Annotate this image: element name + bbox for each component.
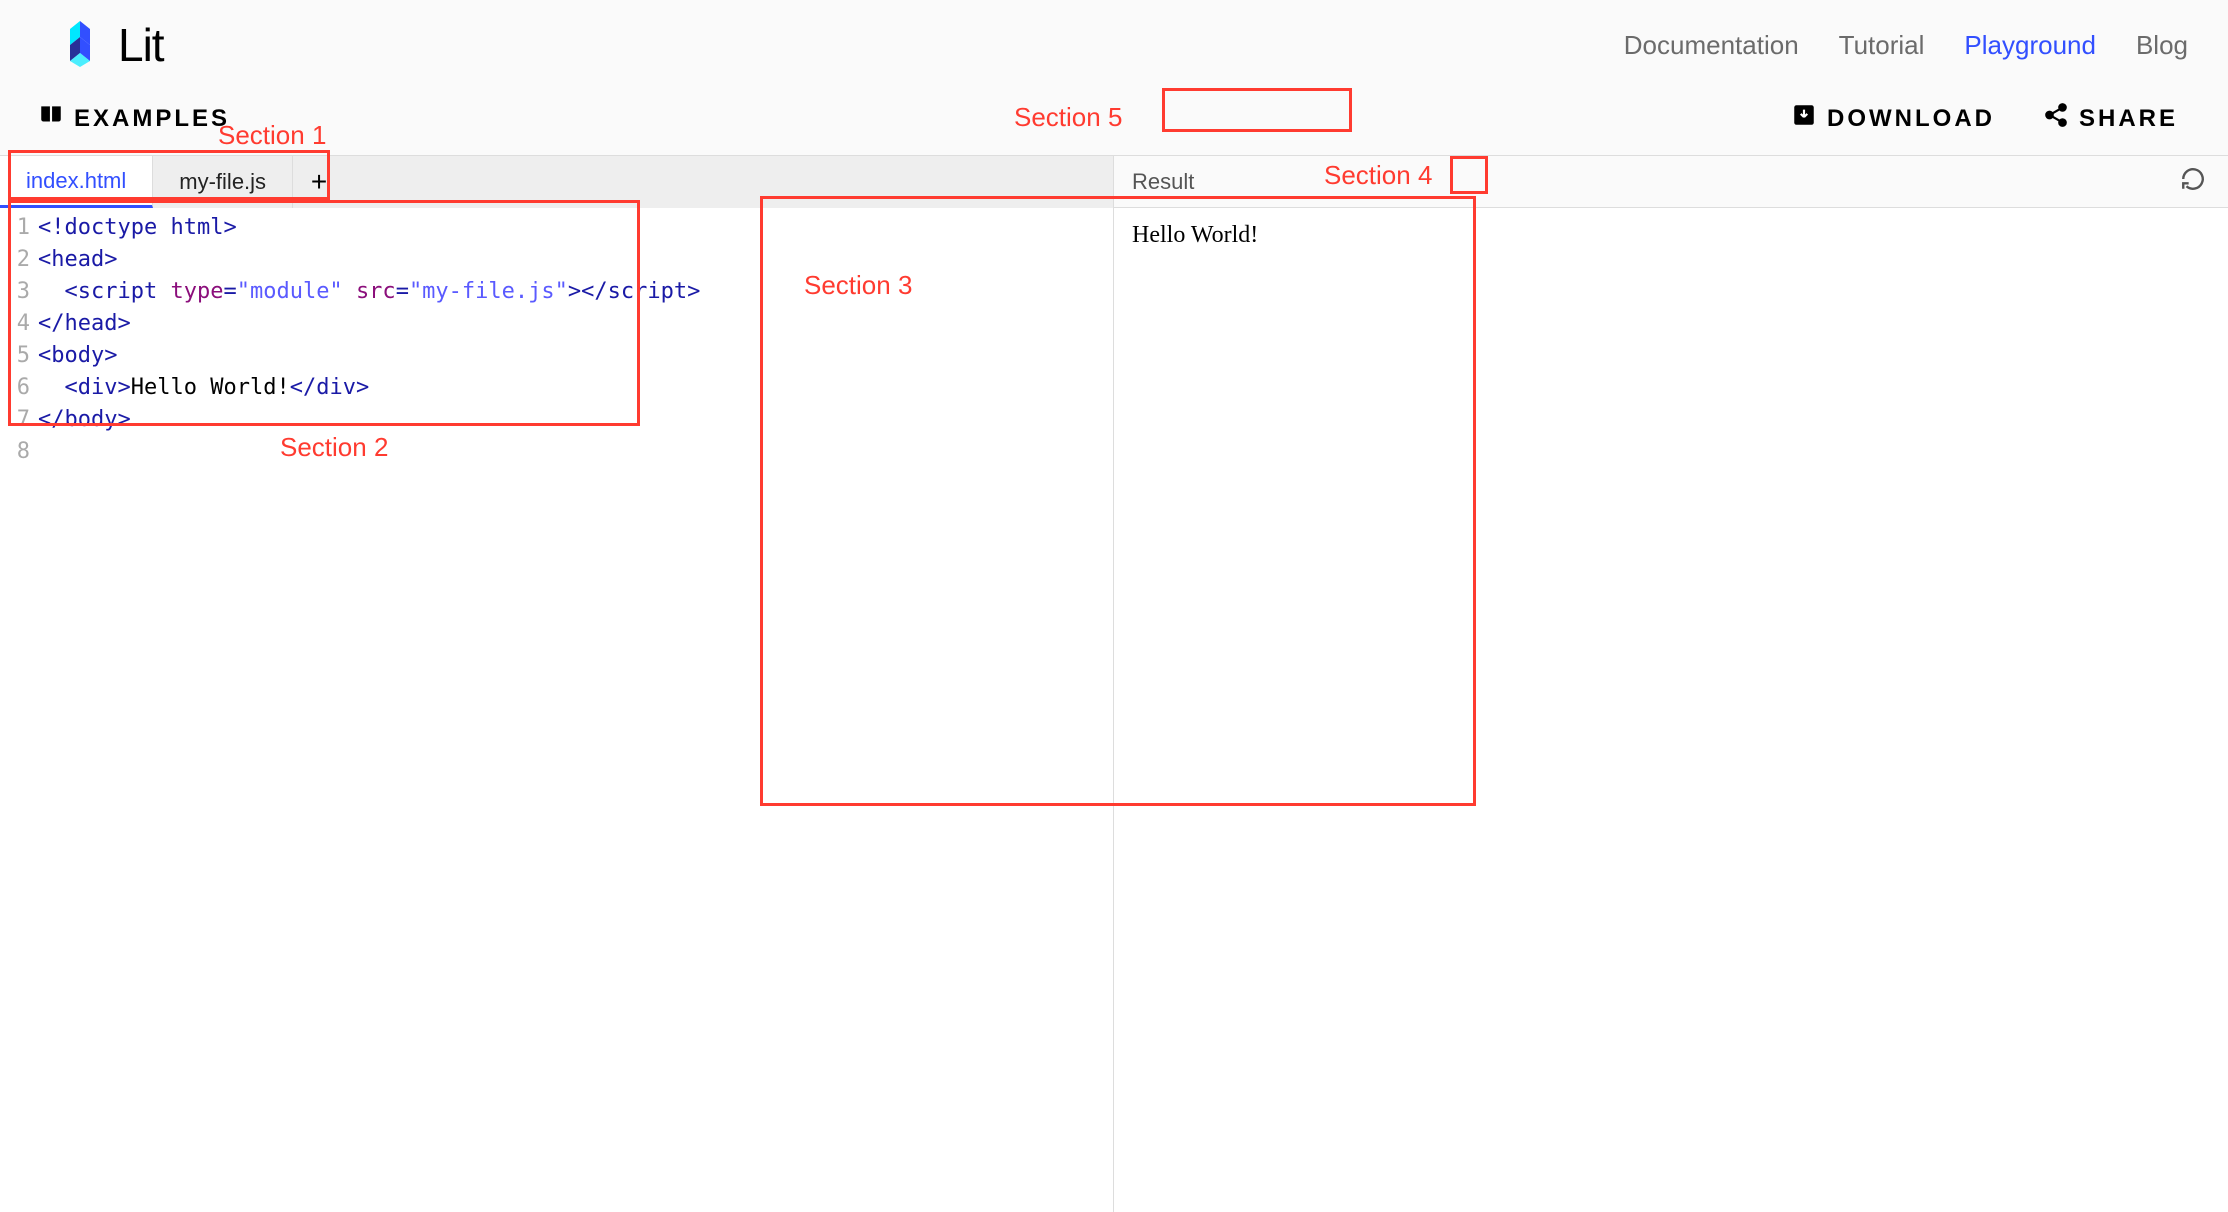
- line-number: 3: [0, 276, 30, 308]
- result-output: Hello World!: [1114, 208, 2228, 1212]
- share-icon: [2043, 102, 2069, 135]
- line-number: 7: [0, 404, 30, 436]
- share-button[interactable]: SHARE: [2033, 96, 2188, 141]
- share-label: SHARE: [2079, 105, 2178, 133]
- editor-pane: index.html my-file.js + 12345678 <!docty…: [0, 156, 1114, 1212]
- brand[interactable]: Lit: [56, 18, 164, 72]
- result-label: Result: [1132, 169, 1194, 195]
- examples-label: EXAMPLES: [74, 105, 230, 133]
- plus-icon: +: [311, 166, 327, 198]
- examples-button[interactable]: EXAMPLES: [28, 96, 240, 141]
- line-number: 6: [0, 372, 30, 404]
- add-tab-button[interactable]: +: [293, 166, 345, 198]
- download-label: DOWNLOAD: [1827, 105, 1995, 133]
- code-line[interactable]: [38, 436, 1113, 468]
- code-line[interactable]: </body>: [38, 404, 1113, 436]
- line-number: 8: [0, 436, 30, 468]
- playground-toolbar: EXAMPLES DOWNLOAD SHARE: [0, 82, 2228, 155]
- line-number: 5: [0, 340, 30, 372]
- code-body[interactable]: <!doctype html><head> <script type="modu…: [38, 212, 1113, 1212]
- refresh-icon: [2180, 172, 2206, 197]
- nav-blog[interactable]: Blog: [2136, 30, 2188, 61]
- code-line[interactable]: <head>: [38, 244, 1113, 276]
- line-gutter: 12345678: [0, 212, 38, 1212]
- code-line[interactable]: </head>: [38, 308, 1113, 340]
- result-header: Result: [1114, 156, 2228, 208]
- workspace: index.html my-file.js + 12345678 <!docty…: [0, 155, 2228, 1212]
- code-line[interactable]: <div>Hello World!</div>: [38, 372, 1113, 404]
- file-tabs: index.html my-file.js +: [0, 156, 1113, 208]
- top-nav: Lit Documentation Tutorial Playground Bl…: [0, 0, 2228, 82]
- line-number: 2: [0, 244, 30, 276]
- book-icon: [38, 102, 64, 135]
- nav-playground[interactable]: Playground: [1964, 30, 2096, 61]
- code-line[interactable]: <!doctype html>: [38, 212, 1113, 244]
- download-icon: [1791, 102, 1817, 135]
- nav-tutorial[interactable]: Tutorial: [1839, 30, 1925, 61]
- tab-index-html[interactable]: index.html: [0, 156, 153, 208]
- result-pane: Result Hello World!: [1114, 156, 2228, 1212]
- download-button[interactable]: DOWNLOAD: [1781, 96, 2005, 141]
- line-number: 4: [0, 308, 30, 340]
- nav-documentation[interactable]: Documentation: [1624, 30, 1799, 61]
- code-line[interactable]: <script type="module" src="my-file.js"><…: [38, 276, 1113, 308]
- tab-my-file-js[interactable]: my-file.js: [153, 156, 293, 208]
- refresh-button[interactable]: [2176, 162, 2210, 202]
- lit-logo-icon: [56, 19, 104, 72]
- brand-name: Lit: [118, 18, 164, 72]
- code-editor[interactable]: 12345678 <!doctype html><head> <script t…: [0, 208, 1113, 1212]
- line-number: 1: [0, 212, 30, 244]
- nav-links: Documentation Tutorial Playground Blog: [1624, 30, 2188, 61]
- code-line[interactable]: <body>: [38, 340, 1113, 372]
